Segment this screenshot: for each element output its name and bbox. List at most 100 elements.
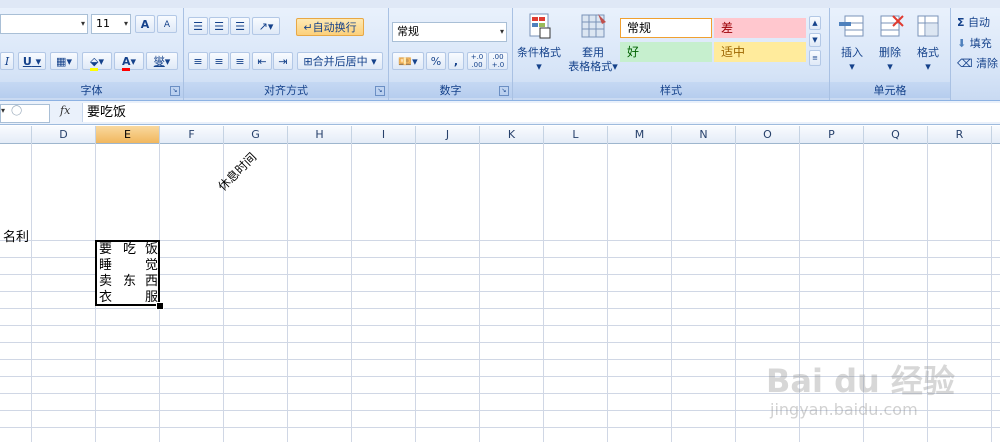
underline-button[interactable]: U ▾ bbox=[18, 52, 46, 70]
decrease-indent-button[interactable]: ⇤ bbox=[252, 52, 272, 70]
align-middle-button[interactable]: ☰ bbox=[209, 17, 229, 35]
column-header-l[interactable]: L bbox=[544, 126, 608, 143]
phonetic-button[interactable]: 燮▾ bbox=[146, 52, 178, 70]
wrap-text-icon: ↵ bbox=[303, 21, 313, 34]
styles-scroll-down[interactable]: ▼ bbox=[809, 33, 821, 47]
chevron-down-icon: ▾ bbox=[1, 106, 6, 115]
cell-c-text[interactable]: 名利 bbox=[3, 226, 29, 245]
table-format-icon bbox=[581, 14, 606, 38]
alignment-group: ☰ ☰ ☰ ↗▾ ↵自动换行 ≡ ≡ ≡ ⇤ ⇥ ⊞合并后居中 ▾ 对齐方式 ↘ bbox=[184, 8, 389, 100]
increase-decimal-button[interactable]: +.0 .00 bbox=[467, 52, 487, 70]
column-header-m[interactable]: M bbox=[608, 126, 672, 143]
comma-button[interactable]: , bbox=[448, 52, 464, 70]
cells-group: 插入 ▾ 删除 ▾ 格式 ▾ 单元格 bbox=[830, 8, 951, 100]
number-group: 常规 ▾ 💴▾ % , +.0 .00 .00 +.0 数字 ↘ bbox=[389, 8, 513, 100]
align-right-button[interactable]: ≡ bbox=[230, 52, 250, 70]
style-good[interactable]: 好 bbox=[620, 42, 712, 62]
align-center-button[interactable]: ≡ bbox=[209, 52, 229, 70]
cell-e-line-2: 睡觉 bbox=[99, 258, 159, 273]
baidu-jingyan-logo: Bai du 经验 bbox=[766, 362, 955, 400]
column-header-d[interactable]: D bbox=[32, 126, 96, 143]
align-left-icon: ≡ bbox=[193, 55, 203, 68]
fill-button[interactable]: ⬇ 填充 bbox=[957, 35, 992, 51]
alignment-group-label: 对齐方式 bbox=[184, 82, 388, 98]
grow-font-button[interactable]: A bbox=[135, 15, 155, 33]
orientation-button[interactable]: ↗▾ bbox=[252, 17, 280, 35]
increase-indent-icon: ⇥ bbox=[278, 55, 288, 68]
column-header-i[interactable]: I bbox=[352, 126, 416, 143]
accounting-button[interactable]: 💴▾ bbox=[392, 52, 424, 70]
selected-cell-e[interactable]: 要吃饭 睡觉 卖东西 衣服 bbox=[95, 240, 160, 306]
align-center-icon: ≡ bbox=[214, 55, 224, 68]
format-cells-icon bbox=[917, 15, 939, 37]
column-header-g[interactable]: G bbox=[224, 126, 288, 143]
eraser-icon: ⌫ bbox=[957, 57, 973, 70]
column-header-q[interactable]: Q bbox=[864, 126, 928, 143]
column-header-h[interactable]: H bbox=[288, 126, 352, 143]
column-header-k[interactable]: K bbox=[480, 126, 544, 143]
clear-button[interactable]: ⌫ 清除 bbox=[957, 55, 998, 71]
align-right-icon: ≡ bbox=[235, 55, 245, 68]
baidu-watermark: Bai du 经验 jingyan.baidu.com bbox=[762, 352, 998, 422]
italic-button[interactable]: I bbox=[0, 52, 14, 70]
cells-group-label: 单元格 bbox=[830, 82, 950, 98]
merge-center-button[interactable]: ⊞合并后居中 ▾ bbox=[297, 52, 383, 70]
column-header-j[interactable]: J bbox=[416, 126, 480, 143]
cancel-icon[interactable]: ◯ bbox=[11, 105, 22, 116]
fill-color-button[interactable]: ⬙▾ bbox=[82, 52, 112, 71]
column-header-e[interactable]: E bbox=[96, 126, 160, 143]
alignment-dialog-launcher[interactable]: ↘ bbox=[375, 86, 385, 96]
percent-button[interactable]: % bbox=[426, 52, 446, 70]
number-dialog-launcher[interactable]: ↘ bbox=[499, 86, 509, 96]
format-button[interactable]: 格式 ▾ bbox=[910, 12, 946, 74]
column-headers: D E F G H I J K L M N O P Q R bbox=[0, 126, 1000, 144]
styles-group-label: 样式 bbox=[513, 82, 829, 98]
delete-cells-icon bbox=[880, 15, 904, 37]
font-color-button[interactable]: A▾ bbox=[114, 52, 144, 71]
currency-icon: 💴 bbox=[398, 55, 413, 68]
align-left-button[interactable]: ≡ bbox=[188, 52, 208, 70]
wrap-text-button[interactable]: ↵自动换行 bbox=[296, 18, 364, 36]
border-icon: ▦ bbox=[56, 55, 67, 68]
font-dialog-launcher[interactable]: ↘ bbox=[170, 86, 180, 96]
align-bottom-button[interactable]: ☰ bbox=[230, 17, 250, 35]
font-name-dropdown[interactable]: ▾ bbox=[0, 14, 88, 34]
column-header-p[interactable]: P bbox=[800, 126, 864, 143]
font-group: ▾ 11 ▾ A A I U ▾ ▦▾ ⬙▾ A▾ 燮▾ 字体 ↘ bbox=[0, 8, 184, 100]
column-header-r[interactable]: R bbox=[928, 126, 992, 143]
insert-function-icon[interactable]: fx bbox=[60, 104, 80, 117]
column-header-c[interactable] bbox=[0, 126, 32, 143]
style-neutral[interactable]: 适中 bbox=[714, 42, 806, 62]
styles-group: 条件格式 ▾ 套用 表格格式▾ 常规 差 好 适中 ▲ ▼ ≡ 样式 bbox=[513, 8, 830, 100]
number-group-label: 数字 bbox=[389, 82, 512, 98]
increase-indent-button[interactable]: ⇥ bbox=[273, 52, 293, 70]
column-header-o[interactable]: O bbox=[736, 126, 800, 143]
styles-scroll-up[interactable]: ▲ bbox=[809, 16, 821, 30]
fill-handle[interactable] bbox=[156, 302, 164, 310]
insert-button[interactable]: 插入 ▾ bbox=[834, 12, 870, 74]
format-as-table-button[interactable]: 套用 表格格式▾ bbox=[565, 12, 621, 74]
style-normal[interactable]: 常规 bbox=[620, 18, 712, 38]
font-size-dropdown[interactable]: 11 ▾ bbox=[91, 14, 131, 34]
style-bad[interactable]: 差 bbox=[714, 18, 806, 38]
decrease-decimal-button[interactable]: .00 +.0 bbox=[488, 52, 508, 70]
styles-more[interactable]: ≡ bbox=[809, 50, 821, 66]
shrink-font-button[interactable]: A bbox=[157, 15, 177, 33]
cell-e-line-4: 衣服 bbox=[99, 290, 159, 305]
align-middle-icon: ☰ bbox=[214, 20, 224, 33]
delete-button[interactable]: 删除 ▾ bbox=[872, 12, 908, 74]
orientation-icon: ↗ bbox=[258, 20, 268, 33]
name-box[interactable]: ▾ ◯ bbox=[0, 104, 50, 123]
merge-icon: ⊞ bbox=[303, 55, 313, 68]
border-button[interactable]: ▦▾ bbox=[50, 52, 78, 70]
formula-input[interactable]: 要吃饭 bbox=[82, 103, 1000, 122]
cell-e-line-3: 卖东西 bbox=[99, 274, 159, 289]
fill-down-icon: ⬇ bbox=[957, 37, 967, 50]
conditional-format-button[interactable]: 条件格式 ▾ bbox=[515, 12, 563, 74]
font-group-label: 字体 bbox=[0, 82, 183, 98]
column-header-f[interactable]: F bbox=[160, 126, 224, 143]
number-format-dropdown[interactable]: 常规 ▾ bbox=[392, 22, 507, 42]
autosum-button[interactable]: Σ 自动 bbox=[957, 14, 990, 30]
column-header-n[interactable]: N bbox=[672, 126, 736, 143]
align-top-button[interactable]: ☰ bbox=[188, 17, 208, 35]
